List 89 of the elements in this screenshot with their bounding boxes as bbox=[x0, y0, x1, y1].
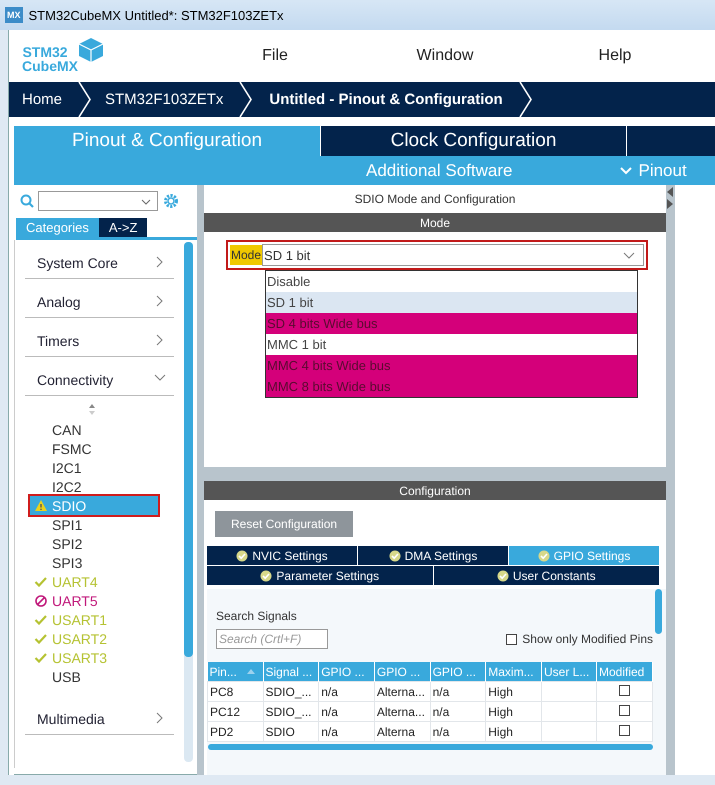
menu-item[interactable]: File bbox=[190, 47, 360, 65]
section-header: Configuration bbox=[204, 481, 666, 500]
tab[interactable]: Parameter Settings bbox=[207, 566, 434, 585]
check-circle-icon bbox=[496, 570, 509, 582]
peripheral-item[interactable]: UART5 bbox=[30, 591, 158, 610]
scrollbar-thumb[interactable] bbox=[208, 744, 653, 750]
dropdown-option[interactable]: Disable bbox=[266, 271, 637, 292]
check-icon bbox=[34, 632, 48, 645]
chevron-down-icon bbox=[620, 166, 632, 174]
table-cell: n/a bbox=[430, 702, 486, 722]
checkbox-label[interactable]: Show only Modified Pins bbox=[506, 632, 653, 646]
chevron-icon bbox=[78, 82, 92, 117]
table-cell: PD2 bbox=[208, 722, 263, 742]
tab[interactable]: A->Z bbox=[98, 218, 148, 237]
peripheral-item[interactable]: I2C2 bbox=[30, 477, 158, 496]
scrollbar-thumb[interactable] bbox=[655, 589, 662, 634]
menu-item[interactable]: Help bbox=[530, 47, 700, 65]
collapse-arrows-icon bbox=[666, 187, 674, 209]
search-label: Search Signals bbox=[216, 609, 298, 623]
dropdown-option[interactable]: SD 1 bit bbox=[266, 292, 637, 313]
table-cell: n/a bbox=[430, 722, 486, 742]
table-cell: High bbox=[486, 682, 542, 702]
peripheral-item[interactable]: SPI1 bbox=[30, 515, 158, 534]
check-circle-icon bbox=[236, 550, 248, 562]
panel-title: SDIO Mode and Configuration bbox=[354, 191, 516, 208]
checkbox[interactable] bbox=[619, 704, 630, 716]
peripheral-item[interactable]: I2C1 bbox=[30, 458, 158, 477]
field-label: Mode bbox=[230, 245, 262, 265]
table-cell: High bbox=[486, 722, 542, 742]
category-label[interactable]: Multimedia bbox=[37, 703, 105, 727]
section-header: Mode bbox=[204, 213, 666, 232]
warning-icon bbox=[34, 499, 48, 512]
peripheral-item[interactable]: USB bbox=[30, 667, 158, 686]
check-icon bbox=[34, 575, 48, 588]
peripheral-item[interactable]: FSMC bbox=[30, 439, 158, 458]
tab[interactable]: User Constants bbox=[434, 566, 660, 585]
table-cell: PC12 bbox=[208, 702, 263, 722]
sort-icon bbox=[88, 404, 96, 415]
breadcrumb-item[interactable]: Untitled - Pinout & Configuration bbox=[253, 82, 519, 117]
mode-dropdown[interactable]: SD 1 bit bbox=[262, 244, 644, 266]
table-cell: High bbox=[486, 702, 542, 722]
peripheral-item[interactable]: SPI3 bbox=[30, 553, 158, 572]
breadcrumb-item[interactable]: Home bbox=[9, 82, 78, 117]
logo-text: STM32 bbox=[22, 45, 68, 59]
table-cell: n/a bbox=[318, 682, 374, 702]
check-circle-icon bbox=[260, 570, 272, 582]
table-cell: PC8 bbox=[208, 682, 263, 702]
menu-item[interactable]: Window bbox=[360, 47, 530, 65]
settings-icon bbox=[162, 192, 180, 210]
check-circle-icon bbox=[388, 550, 401, 562]
table-cell: n/a bbox=[318, 702, 374, 722]
table-cell: SDIO bbox=[263, 722, 319, 742]
logo-text: CubeMX bbox=[21, 59, 78, 73]
table-cell: n/a bbox=[430, 682, 486, 702]
tab[interactable]: DMA Settings bbox=[358, 546, 509, 566]
cube-icon bbox=[78, 37, 104, 63]
category-label[interactable]: Timers bbox=[37, 325, 80, 349]
sort-icon bbox=[246, 669, 254, 674]
window-title: STM32CubeMX Untitled*: STM32F103ZETx bbox=[28, 8, 284, 22]
table-cell: n/a bbox=[318, 722, 374, 742]
checkbox[interactable] bbox=[506, 634, 518, 644]
check-icon bbox=[34, 613, 48, 626]
dropdown-option[interactable]: MMC 1 bit bbox=[266, 334, 637, 355]
no-entry-icon bbox=[34, 594, 48, 607]
checkbox[interactable] bbox=[619, 724, 630, 736]
chevron-icon bbox=[518, 82, 533, 117]
tab[interactable]: NVIC Settings bbox=[207, 546, 358, 566]
category-label[interactable]: System Core bbox=[37, 247, 118, 271]
check-circle-icon bbox=[538, 550, 550, 562]
table-cell: SDIO_... bbox=[263, 682, 319, 702]
app-icon: MX bbox=[5, 7, 22, 23]
scrollbar-thumb[interactable] bbox=[184, 242, 193, 657]
table-cell: SDIO_... bbox=[263, 702, 319, 722]
chevron-down-icon bbox=[141, 199, 151, 205]
breadcrumb-item[interactable]: STM32F103ZETx bbox=[92, 82, 240, 117]
check-icon bbox=[34, 651, 48, 664]
search-icon bbox=[20, 194, 34, 208]
category-label[interactable]: Connectivity bbox=[37, 364, 114, 388]
peripheral-item[interactable]: CAN bbox=[30, 420, 158, 439]
table-cell: Alterna... bbox=[374, 682, 430, 702]
chevron-down-icon bbox=[623, 252, 635, 258]
table-cell: Alterna... bbox=[374, 702, 430, 722]
peripheral-item[interactable]: SPI2 bbox=[30, 534, 158, 553]
search-field[interactable]: Search (Crtl+F) bbox=[216, 629, 328, 649]
category-label[interactable]: Analog bbox=[37, 286, 81, 310]
chevron-icon bbox=[239, 82, 254, 117]
table-cell: Alterna bbox=[374, 722, 430, 742]
checkbox[interactable] bbox=[619, 684, 630, 696]
search-field[interactable] bbox=[38, 191, 158, 211]
